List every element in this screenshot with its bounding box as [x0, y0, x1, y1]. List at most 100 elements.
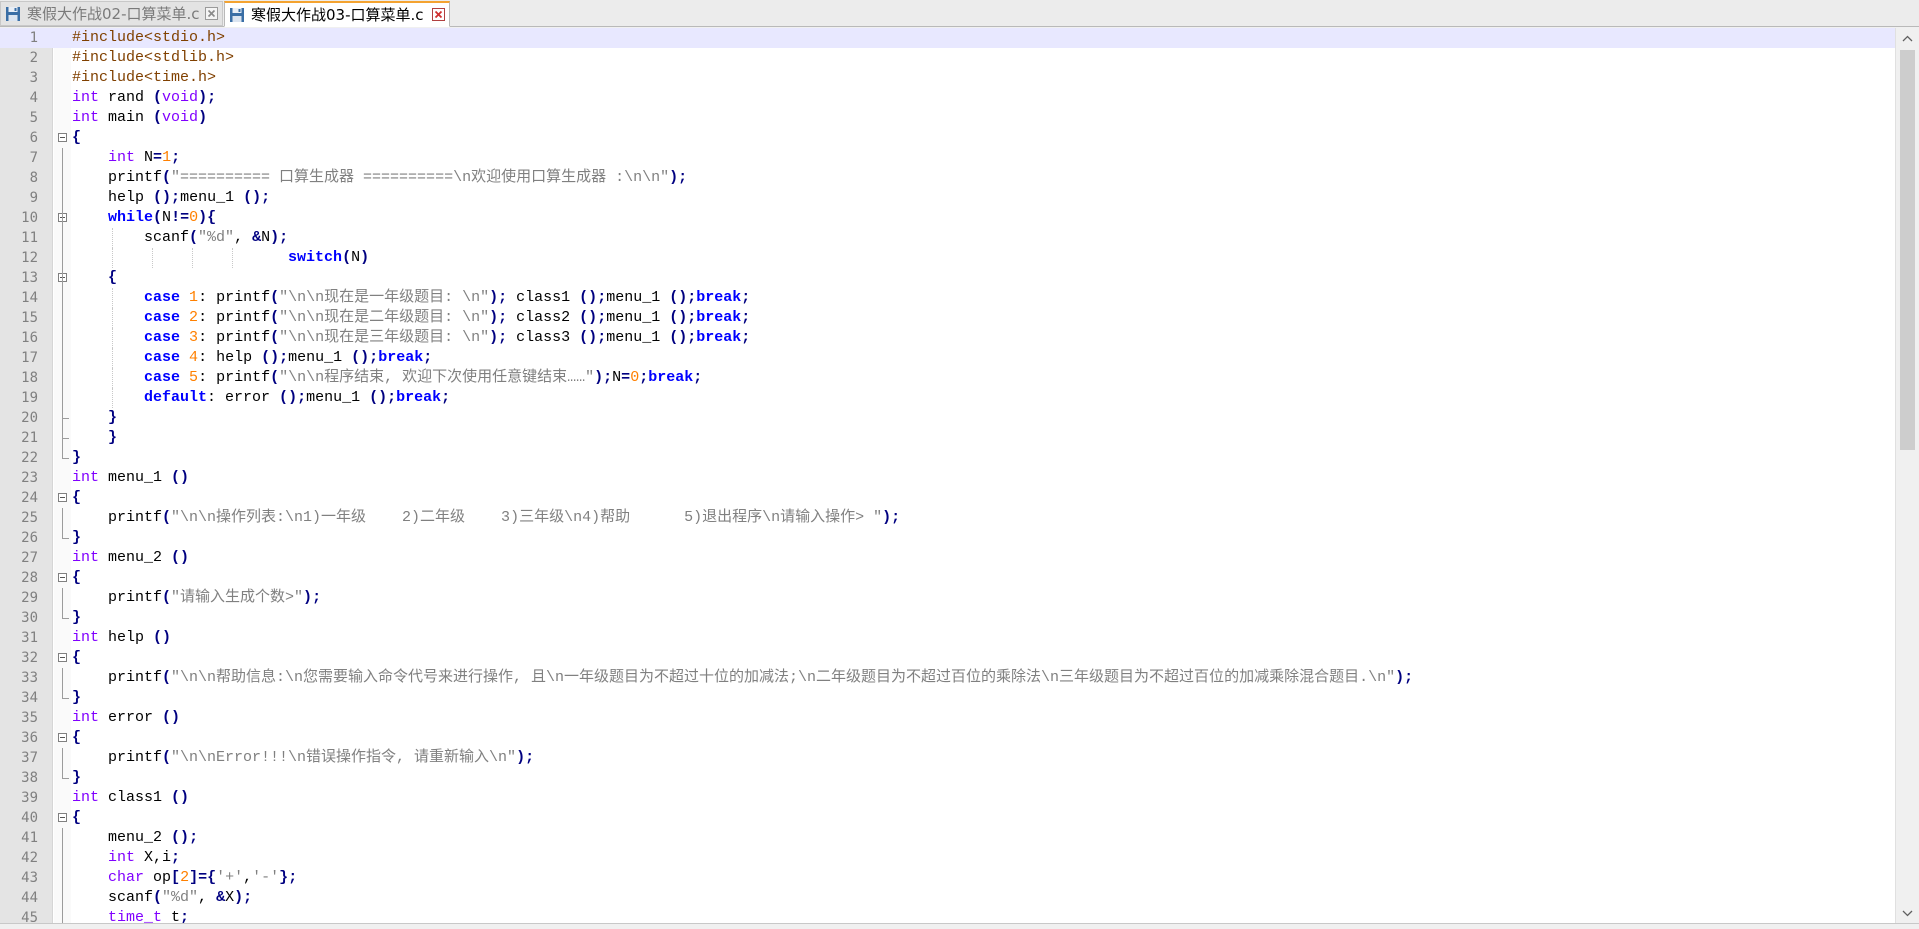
code-line[interactable]: 26} — [0, 528, 1895, 548]
code-line[interactable]: 35 int error () — [0, 708, 1895, 728]
code-text[interactable]: } — [72, 688, 81, 708]
code-text[interactable]: int menu_2 () — [72, 548, 189, 568]
code-text[interactable]: int error () — [72, 708, 180, 728]
code-text[interactable]: { — [72, 728, 81, 748]
code-line[interactable]: 31 int help () — [0, 628, 1895, 648]
code-line[interactable]: 10 while(N!=0){ — [0, 208, 1895, 228]
code-text[interactable]: #include<stdlib.h> — [72, 48, 234, 68]
code-line[interactable]: 34} — [0, 688, 1895, 708]
code-line[interactable]: 3 #include<time.h> — [0, 68, 1895, 88]
tab-file-03[interactable]: 寒假大作战03-口算菜单.c — [224, 1, 450, 27]
code-text[interactable]: { — [72, 648, 81, 668]
code-line[interactable]: 41 menu_2 (); — [0, 828, 1895, 848]
code-line[interactable]: 36 { — [0, 728, 1895, 748]
code-text[interactable]: int X,i; — [72, 848, 180, 868]
code-text[interactable]: default: error ();menu_1 ();break; — [72, 388, 450, 408]
code-line[interactable]: 44 scanf("%d", &X); — [0, 888, 1895, 908]
code-line[interactable]: 11 scanf("%d", &N); — [0, 228, 1895, 248]
code-text[interactable]: time_t t; — [72, 908, 189, 923]
code-line[interactable]: 8 printf("========== 口算生成器 ==========\n欢… — [0, 168, 1895, 188]
scroll-up-arrow-icon[interactable] — [1896, 28, 1919, 48]
code-text[interactable]: #include<time.h> — [72, 68, 216, 88]
code-line[interactable]: 25 printf("\n\n操作列表:\n1)一年级 2)二年级 3)三年级\… — [0, 508, 1895, 528]
code-text[interactable]: case 2: printf("\n\n现在是二年级题目: \n"); clas… — [72, 308, 750, 328]
fold-marker-icon[interactable] — [58, 493, 67, 502]
code-text[interactable]: int menu_1 () — [72, 468, 189, 488]
code-line[interactable]: 22} — [0, 448, 1895, 468]
code-text[interactable]: case 1: printf("\n\n现在是一年级题目: \n"); clas… — [72, 288, 750, 308]
code-line[interactable]: 28 { — [0, 568, 1895, 588]
code-line[interactable]: 19 default: error ();menu_1 ();break; — [0, 388, 1895, 408]
code-text[interactable]: } — [72, 608, 81, 628]
fold-marker-icon[interactable] — [58, 813, 67, 822]
code-line[interactable]: 2 #include<stdlib.h> — [0, 48, 1895, 68]
code-line[interactable]: 15 case 2: printf("\n\n现在是二年级题目: \n"); c… — [0, 308, 1895, 328]
code-line[interactable]: 43 char op[2]={'+','-'}; — [0, 868, 1895, 888]
code-text[interactable]: { — [72, 568, 81, 588]
code-line[interactable]: 20 } — [0, 408, 1895, 428]
fold-marker-icon[interactable] — [58, 733, 67, 742]
code-text[interactable]: { — [72, 488, 81, 508]
code-text[interactable]: printf("\n\n操作列表:\n1)一年级 2)二年级 3)三年级\n4)… — [72, 508, 900, 528]
code-line[interactable]: 21 } — [0, 428, 1895, 448]
code-line[interactable]: 6{ — [0, 128, 1895, 148]
code-line[interactable]: 7 int N=1; — [0, 148, 1895, 168]
code-line[interactable]: 33 printf("\n\n帮助信息:\n您需要输入命令代号来进行操作, 且\… — [0, 668, 1895, 688]
code-text[interactable]: } — [72, 528, 81, 548]
code-text[interactable]: switch(N) — [72, 248, 369, 268]
code-text[interactable]: case 3: printf("\n\n现在是三年级题目: \n"); clas… — [72, 328, 750, 348]
code-text[interactable]: printf("\n\n帮助信息:\n您需要输入命令代号来进行操作, 且\n一年… — [72, 668, 1413, 688]
code-line[interactable]: 18 case 5: printf("\n\n程序结束, 欢迎下次使用任意键结束… — [0, 368, 1895, 388]
code-text[interactable]: printf("请输入生成个数>"); — [72, 588, 321, 608]
code-text[interactable]: help ();menu_1 (); — [72, 188, 270, 208]
code-text[interactable]: } — [72, 408, 117, 428]
scroll-down-arrow-icon[interactable] — [1896, 903, 1919, 923]
code-text[interactable]: case 5: printf("\n\n程序结束, 欢迎下次使用任意键结束……"… — [72, 368, 702, 388]
code-text[interactable]: { — [72, 128, 81, 148]
vertical-scrollbar[interactable] — [1895, 28, 1919, 923]
code-line[interactable]: 12 switch(N) — [0, 248, 1895, 268]
close-icon[interactable] — [432, 8, 445, 21]
code-line[interactable]: 30} — [0, 608, 1895, 628]
code-editor[interactable]: 1 #include<stdio.h> 2 #include<stdlib.h> 3 #i… — [0, 28, 1895, 923]
code-text[interactable]: { — [72, 268, 117, 288]
code-line[interactable]: 29 printf("请输入生成个数>"); — [0, 588, 1895, 608]
code-line[interactable]: 23 int menu_1 () — [0, 468, 1895, 488]
code-text[interactable]: } — [72, 768, 81, 788]
code-text[interactable]: case 4: help ();menu_1 ();break; — [72, 348, 432, 368]
code-text[interactable]: int help () — [72, 628, 171, 648]
fold-marker-icon[interactable] — [58, 573, 67, 582]
code-text[interactable]: printf("\n\nError!!!\n错误操作指令, 请重新输入\n"); — [72, 748, 534, 768]
code-text[interactable]: menu_2 (); — [72, 828, 198, 848]
close-icon[interactable] — [205, 7, 218, 20]
tab-file-02[interactable]: 寒假大作战02-口算菜单.c — [0, 1, 223, 26]
code-line[interactable]: 13 { — [0, 268, 1895, 288]
code-text[interactable]: int main (void) — [72, 108, 207, 128]
code-line[interactable]: 24 { — [0, 488, 1895, 508]
code-text[interactable]: } — [72, 448, 81, 468]
code-text[interactable]: int rand (void); — [72, 88, 216, 108]
code-line[interactable]: 1 #include<stdio.h> — [0, 28, 1895, 48]
code-line[interactable]: 39 int class1 () — [0, 788, 1895, 808]
code-line[interactable]: 37 printf("\n\nError!!!\n错误操作指令, 请重新输入\n… — [0, 748, 1895, 768]
code-line[interactable]: 14 case 1: printf("\n\n现在是一年级题目: \n"); c… — [0, 288, 1895, 308]
code-line[interactable]: 32 { — [0, 648, 1895, 668]
code-text[interactable]: { — [72, 808, 81, 828]
code-text[interactable]: char op[2]={'+','-'}; — [72, 868, 297, 888]
code-text[interactable]: scanf("%d", &N); — [72, 228, 288, 248]
code-line[interactable]: 45 time_t t; — [0, 908, 1895, 923]
code-line[interactable]: 5 int main (void) — [0, 108, 1895, 128]
code-text[interactable]: scanf("%d", &X); — [72, 888, 252, 908]
code-text[interactable]: } — [72, 428, 117, 448]
code-text[interactable]: printf("========== 口算生成器 ==========\n欢迎使… — [72, 168, 687, 188]
scrollbar-thumb[interactable] — [1900, 50, 1915, 450]
code-line[interactable]: 16 case 3: printf("\n\n现在是三年级题目: \n"); c… — [0, 328, 1895, 348]
code-text[interactable]: int N=1; — [72, 148, 180, 168]
fold-marker-icon[interactable] — [58, 133, 67, 142]
code-line[interactable]: 40 { — [0, 808, 1895, 828]
code-text[interactable]: #include<stdio.h> — [72, 28, 225, 48]
code-line[interactable]: 38} — [0, 768, 1895, 788]
code-line[interactable]: 42 int X,i; — [0, 848, 1895, 868]
code-text[interactable]: int class1 () — [72, 788, 189, 808]
code-line[interactable]: 4 int rand (void); — [0, 88, 1895, 108]
